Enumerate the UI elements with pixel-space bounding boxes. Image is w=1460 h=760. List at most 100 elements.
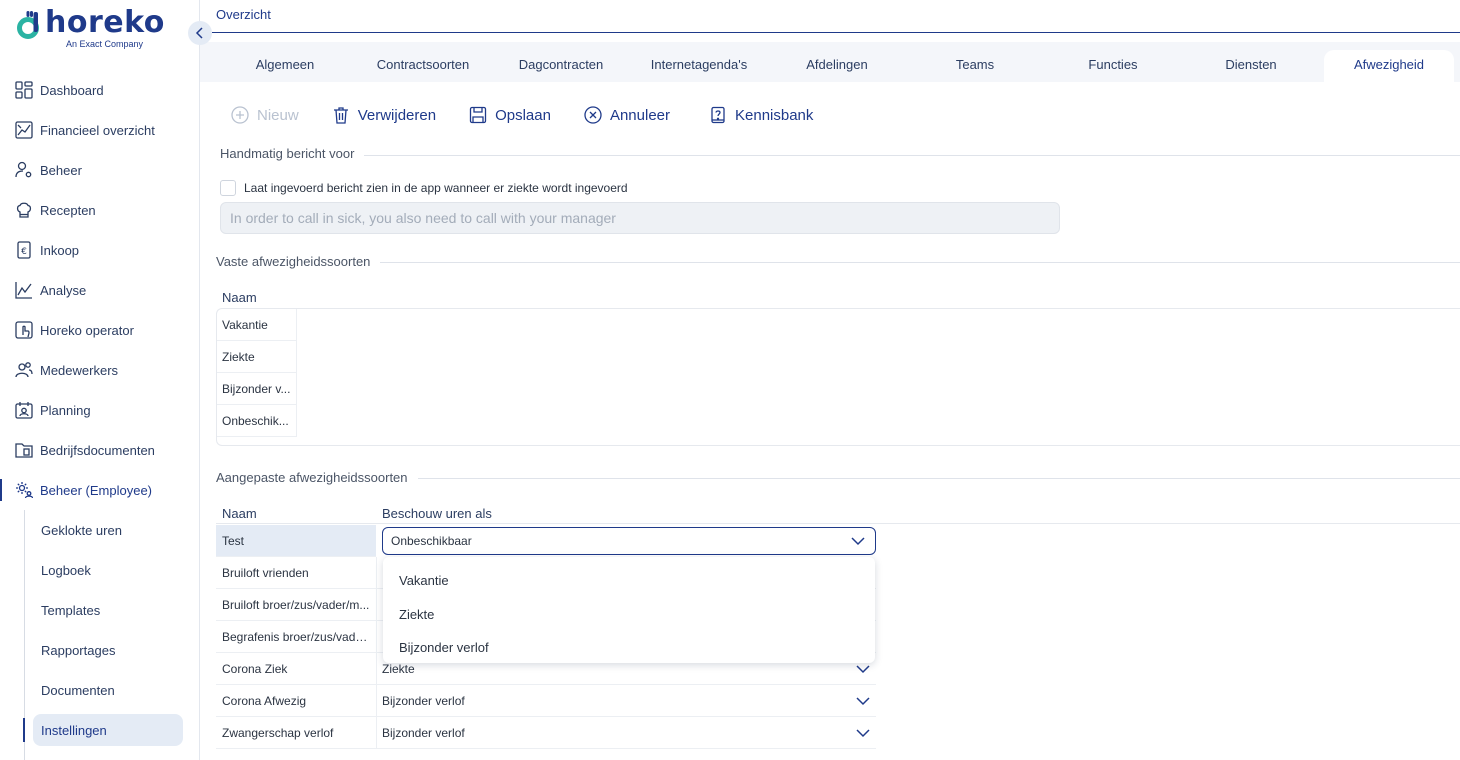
custom-types-name-header: Naam xyxy=(222,506,257,521)
table-row[interactable]: Zwangerschap verlof Bijzonder verlof xyxy=(216,717,876,749)
select-value: Ziekte xyxy=(382,662,415,676)
sidebar-item-label: Planning xyxy=(40,402,91,418)
chevron-up-icon xyxy=(851,537,865,546)
table-row[interactable]: Bijzonder v... xyxy=(217,373,297,405)
sidebar-item-analyse[interactable]: Analyse xyxy=(0,270,199,310)
sidebar-item-label: Inkoop xyxy=(40,242,80,258)
operator-touch-icon xyxy=(14,320,34,340)
table-row[interactable]: Corona Afwezig Bijzonder verlof xyxy=(216,685,876,717)
dropdown-option-bijzonder-verlof[interactable]: Bijzonder verlof xyxy=(399,640,489,655)
user-gear-icon xyxy=(14,160,34,180)
sidebar-subitem-rapportages[interactable]: Rapportages xyxy=(0,630,199,670)
close-circle-icon xyxy=(583,105,603,125)
trash-icon xyxy=(331,105,351,125)
row-name: Test xyxy=(222,534,245,548)
sick-message-input[interactable]: In order to call in sick, you also need … xyxy=(220,202,1060,234)
sidebar-item-beheer-employee[interactable]: Beheer (Employee) xyxy=(0,470,199,510)
tab-internetagendas[interactable]: Internetagenda's xyxy=(640,50,758,82)
tab-functies[interactable]: Functies xyxy=(1068,50,1158,82)
sidebar-collapse-button[interactable] xyxy=(188,21,212,45)
sidebar-subitem-documenten[interactable]: Documenten xyxy=(0,670,199,710)
sidebar-item-bedrijfsdocumenten[interactable]: Bedrijfsdocumenten xyxy=(0,430,199,470)
sidebar-item-label: Medewerkers xyxy=(40,362,119,378)
calendar-person-icon xyxy=(14,400,34,420)
chef-hat-icon xyxy=(14,200,34,220)
table-row[interactable]: Ziekte xyxy=(217,341,297,373)
floppy-disk-icon xyxy=(468,105,488,125)
show-message-checkbox[interactable] xyxy=(220,180,236,196)
analytics-icon xyxy=(14,280,34,300)
sidebar-item-label: Beheer xyxy=(40,162,82,178)
sidebar-subnav: Geklokte uren Logboek Templates Rapporta… xyxy=(0,510,199,760)
dashboard-icon xyxy=(14,80,34,100)
tab-algemeen[interactable]: Algemeen xyxy=(235,50,335,82)
breadcrumb[interactable]: Overzicht xyxy=(216,7,271,22)
dropdown-option-ziekte[interactable]: Ziekte xyxy=(399,607,434,622)
cell-divider xyxy=(376,717,377,749)
sidebar-item-planning[interactable]: Planning xyxy=(0,390,199,430)
save-button[interactable]: Opslaan xyxy=(468,105,551,125)
tab-diensten[interactable]: Diensten xyxy=(1206,50,1296,82)
documents-folder-icon xyxy=(14,440,34,460)
hours-type-dropdown: Vakantie Ziekte Bijzonder verlof xyxy=(383,557,875,663)
sidebar-subitem-label: Documenten xyxy=(41,682,115,698)
chevron-down-icon xyxy=(856,665,870,674)
sidebar-item-medewerkers[interactable]: Medewerkers xyxy=(0,350,199,390)
sidebar-item-dashboard[interactable]: Dashboard xyxy=(0,70,199,110)
tab-teams[interactable]: Teams xyxy=(930,50,1020,82)
tab-bar: Algemeen Contractsoorten Dagcontracten I… xyxy=(200,50,1460,82)
sidebar-subitem-geklokte-uren[interactable]: Geklokte uren xyxy=(0,510,199,550)
select-value: Onbeschikbaar xyxy=(391,534,472,548)
sidebar: horeko An Exact Company Dashboard Financ… xyxy=(0,0,200,760)
cell-divider xyxy=(376,685,377,717)
row-name: Bruiloft vrienden xyxy=(222,566,309,580)
knowledge-base-button[interactable]: Kennisbank xyxy=(708,105,813,125)
cancel-button-label: Annuleer xyxy=(609,106,670,124)
sidebar-item-label: Dashboard xyxy=(40,82,104,98)
toolbar: Nieuw Verwijderen Opslaan Annuleer Kenni… xyxy=(230,104,845,126)
fixed-types-title: Vaste afwezigheidssoorten xyxy=(216,254,381,269)
knowledge-base-button-label: Kennisbank xyxy=(735,106,814,124)
hours-type-select[interactable]: Bijzonder verlof xyxy=(382,685,876,717)
table-row[interactable]: Onbeschik... xyxy=(217,405,297,437)
custom-types-title: Aangepaste afwezigheidssoorten xyxy=(216,470,418,485)
sidebar-item-inkoop[interactable]: € Inkoop xyxy=(0,230,199,270)
section-divider xyxy=(216,262,1460,263)
save-button-label: Opslaan xyxy=(495,106,551,124)
plus-circle-icon xyxy=(230,105,250,125)
sidebar-item-label: Beheer (Employee) xyxy=(40,482,152,498)
hours-type-select[interactable]: Onbeschikbaar xyxy=(382,527,876,555)
sidebar-item-beheer[interactable]: Beheer xyxy=(0,150,199,190)
table-row[interactable]: Vakantie xyxy=(217,309,297,341)
sidebar-item-label: Financieel overzicht xyxy=(40,122,155,138)
sidebar-item-label: Analyse xyxy=(40,282,87,298)
show-message-checkbox-row[interactable]: Laat ingevoerd bericht zien in de app wa… xyxy=(220,180,628,196)
tab-dagcontracten[interactable]: Dagcontracten xyxy=(506,50,616,82)
delete-button[interactable]: Verwijderen xyxy=(331,105,436,125)
tab-afdelingen[interactable]: Afdelingen xyxy=(787,50,887,82)
sidebar-subitem-label: Logboek xyxy=(41,562,91,578)
sidebar-subitem-instellingen[interactable]: Instellingen xyxy=(0,710,199,750)
cancel-button[interactable]: Annuleer xyxy=(583,105,670,125)
sidebar-subitem-logboek[interactable]: Logboek xyxy=(0,550,199,590)
sidebar-item-recepten[interactable]: Recepten xyxy=(0,190,199,230)
tab-contractsoorten[interactable]: Contractsoorten xyxy=(365,50,481,82)
cell-divider xyxy=(376,653,377,685)
dropdown-option-vakantie[interactable]: Vakantie xyxy=(399,573,449,588)
help-book-icon xyxy=(708,105,728,125)
sidebar-item-label: Bedrijfsdocumenten xyxy=(40,442,155,458)
employees-icon xyxy=(14,360,34,380)
row-name: Bruiloft broer/zus/vader/m... xyxy=(222,598,370,612)
row-name: Corona Afwezig xyxy=(222,694,307,708)
sidebar-item-financieel-overzicht[interactable]: Financieel overzicht xyxy=(0,110,199,150)
sidebar-subitem-label: Instellingen xyxy=(41,722,107,738)
hours-type-select[interactable]: Bijzonder verlof xyxy=(382,717,876,749)
tab-afwezigheid[interactable]: Afwezigheid xyxy=(1324,50,1454,82)
table-row[interactable]: Test xyxy=(216,525,376,557)
sidebar-subitem-templates[interactable]: Templates xyxy=(0,590,199,630)
new-button[interactable]: Nieuw xyxy=(230,105,299,125)
afwezigheid-panel: Nieuw Verwijderen Opslaan Annuleer Kenni… xyxy=(200,82,1460,760)
sidebar-item-horeko-operator[interactable]: Horeko operator xyxy=(0,310,199,350)
finance-chart-icon xyxy=(14,120,34,140)
settings-people-icon xyxy=(14,480,34,500)
